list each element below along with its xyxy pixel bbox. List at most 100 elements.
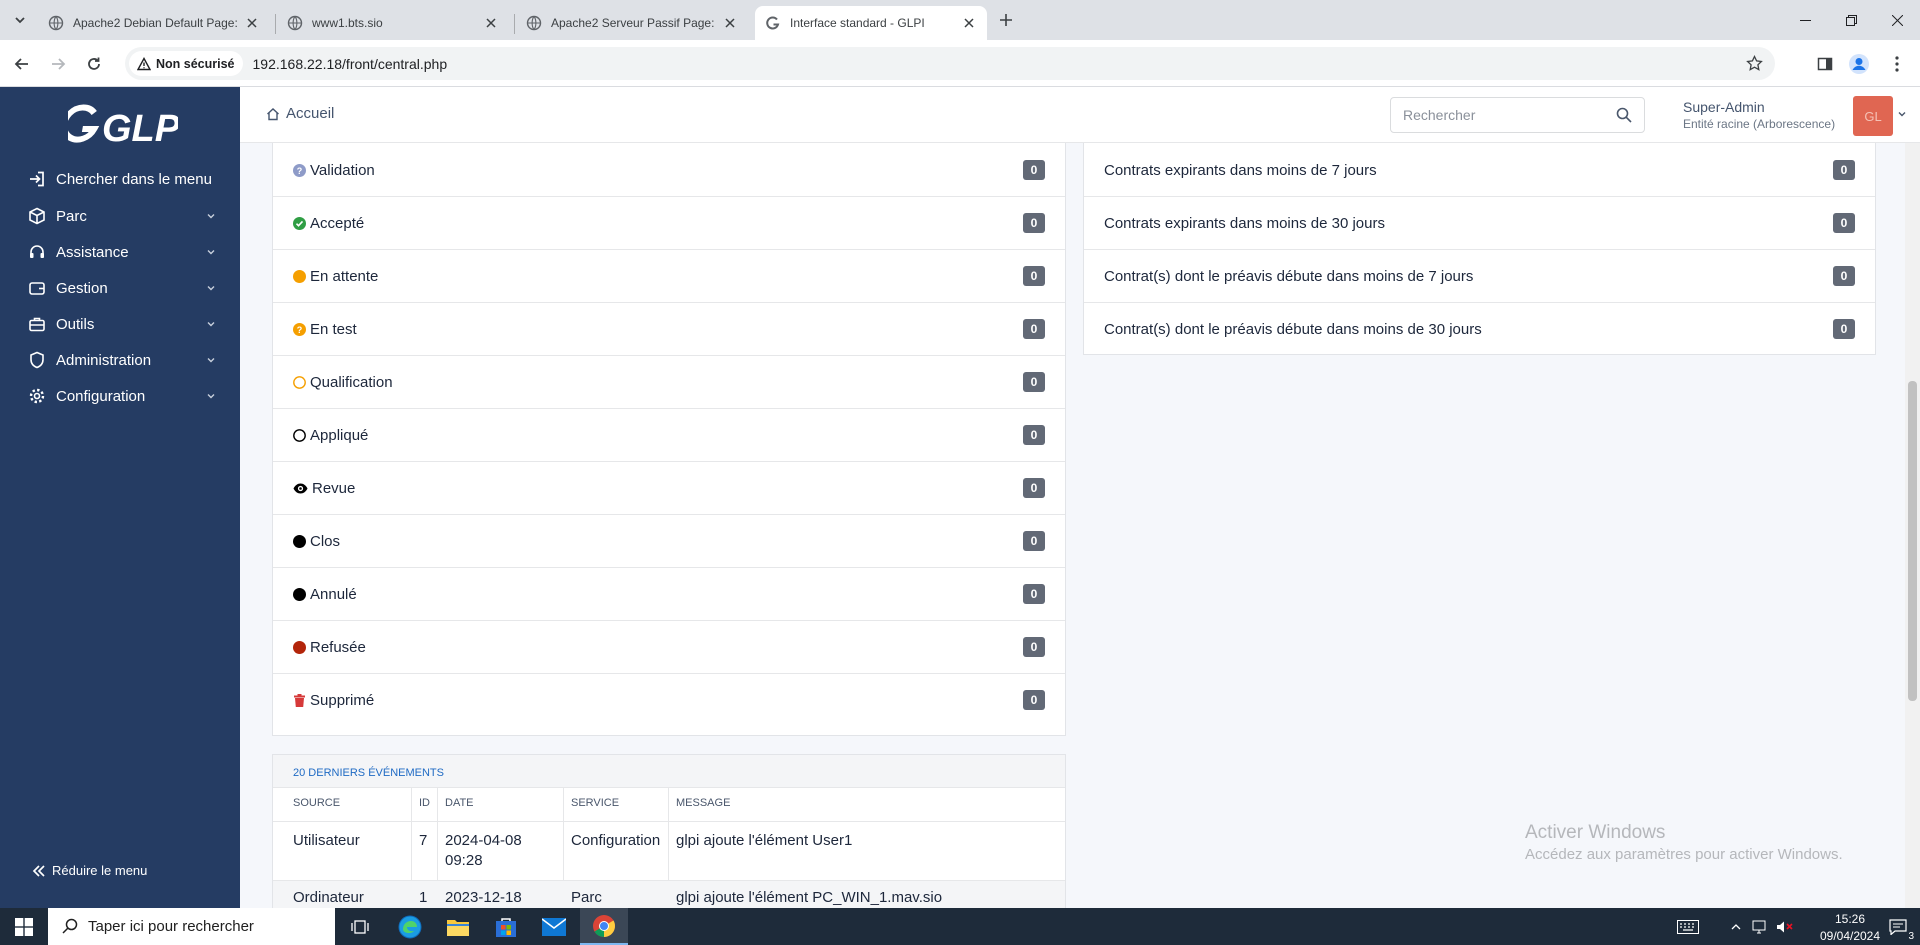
column-header-service[interactable]: SERVICE: [571, 797, 619, 809]
browser-tab-active[interactable]: Interface standard - GLPI: [755, 6, 987, 40]
sidebar-item-assistance[interactable]: Assistance: [0, 234, 240, 270]
status-row-en-test[interactable]: ? En test 0: [273, 303, 1065, 356]
minimize-button[interactable]: [1782, 0, 1828, 40]
bookmark-star-icon[interactable]: [1746, 55, 1763, 72]
tray-overflow-button[interactable]: [1724, 908, 1748, 945]
new-tab-button[interactable]: [994, 8, 1018, 32]
task-view-icon: [351, 919, 369, 934]
status-row-annule[interactable]: Annulé 0: [273, 568, 1065, 621]
warning-triangle-icon: [137, 56, 151, 70]
scrollbar-thumb[interactable]: [1908, 381, 1917, 701]
taskbar-app-edge[interactable]: [386, 908, 434, 945]
status-row-qualification[interactable]: Qualification 0: [273, 356, 1065, 409]
tab-title: Interface standard - GLPI: [790, 16, 925, 30]
status-label: Appliqué: [310, 426, 369, 444]
mail-icon: [542, 917, 566, 936]
sidebar-item-administration[interactable]: Administration: [0, 342, 240, 378]
circle-filled-icon: [293, 269, 306, 283]
reload-button[interactable]: [80, 50, 108, 78]
taskbar-app-explorer[interactable]: [434, 908, 482, 945]
search-icon[interactable]: [1616, 107, 1632, 123]
forward-button[interactable]: [44, 50, 72, 78]
taskbar-search-input[interactable]: Taper ici pour rechercher: [48, 908, 335, 945]
contract-row[interactable]: Contrats expirants dans moins de 7 jours…: [1084, 144, 1875, 197]
avatar[interactable]: GL: [1853, 96, 1893, 136]
status-row-revue[interactable]: Revue 0: [273, 462, 1065, 515]
sidebar-item-configuration[interactable]: Configuration: [0, 378, 240, 414]
restore-button[interactable]: [1828, 0, 1874, 40]
column-header-message[interactable]: MESSAGE: [676, 797, 730, 809]
contract-row[interactable]: Contrat(s) dont le préavis débute dans m…: [1084, 303, 1875, 356]
cell-service: Configuration: [571, 832, 661, 849]
header-divider: [273, 821, 1065, 822]
status-row-applique[interactable]: Appliqué 0: [273, 409, 1065, 462]
keyboard-layout-button[interactable]: [1668, 908, 1708, 945]
contract-row[interactable]: Contrats expirants dans moins de 30 jour…: [1084, 197, 1875, 250]
close-icon[interactable]: [244, 15, 260, 31]
headset-icon: [30, 245, 44, 258]
taskbar-search-placeholder: Taper ici pour rechercher: [88, 918, 254, 935]
status-row-refusee[interactable]: Refusée 0: [273, 621, 1065, 674]
url-text[interactable]: 192.168.22.18/front/central.php: [253, 56, 448, 72]
chevron-down-icon: [207, 394, 215, 399]
count-badge: 0: [1023, 160, 1045, 180]
status-row-validation[interactable]: ? Validation 0: [273, 144, 1065, 197]
profile-button[interactable]: [1847, 52, 1871, 76]
activation-watermark-text: Accédez aux paramètres pour activer Wind…: [1525, 846, 1843, 863]
browser-tab-3[interactable]: Apache2 Serveur Passif Page: It: [516, 6, 748, 40]
sidebar-item-outils[interactable]: Outils: [0, 306, 240, 342]
taskbar-app-chrome[interactable]: [580, 908, 628, 945]
column-header-date[interactable]: DATE: [445, 797, 474, 809]
chevron-down-icon[interactable]: [1897, 109, 1907, 119]
start-button[interactable]: [0, 908, 48, 945]
browser-tab-1[interactable]: Apache2 Debian Default Page:: [38, 6, 270, 40]
close-window-button[interactable]: [1874, 0, 1920, 40]
column-header-source[interactable]: SOURCE: [293, 797, 340, 809]
status-row-supprime[interactable]: Supprimé 0: [273, 674, 1065, 727]
status-row-accepte[interactable]: Accepté 0: [273, 197, 1065, 250]
arrow-left-icon: [14, 58, 28, 70]
taskbar-app-store[interactable]: [482, 908, 530, 945]
close-icon[interactable]: [483, 15, 499, 31]
sidebar-item-parc[interactable]: Parc: [0, 198, 240, 234]
collapse-menu-button[interactable]: Réduire le menu: [32, 863, 147, 878]
network-status-button[interactable]: [1748, 908, 1772, 945]
notification-center-button[interactable]: 3: [1876, 908, 1920, 945]
column-header-id[interactable]: ID: [419, 797, 430, 809]
sidebar-item-label: Chercher dans le menu: [56, 170, 212, 188]
breadcrumb-home[interactable]: Accueil: [266, 105, 334, 122]
close-icon[interactable]: [722, 15, 738, 31]
glpi-logo[interactable]: GLPI: [68, 103, 178, 147]
tab-separator: [514, 14, 515, 34]
user-name[interactable]: Super-Admin: [1683, 99, 1765, 115]
events-title[interactable]: 20 DERNIERS ÉVÉNEMENTS: [273, 755, 1065, 788]
close-icon[interactable]: [961, 15, 977, 31]
contract-label: Contrat(s) dont le préavis débute dans m…: [1104, 267, 1474, 285]
browser-menu-button[interactable]: [1885, 52, 1909, 76]
taskbar-app-mail[interactable]: [530, 908, 578, 945]
contract-row[interactable]: Contrat(s) dont le préavis débute dans m…: [1084, 250, 1875, 303]
minimize-icon: [1799, 19, 1811, 21]
security-chip[interactable]: Non sécurisé: [129, 51, 243, 76]
volume-button[interactable]: [1772, 908, 1798, 945]
page-scrollbar[interactable]: [1905, 143, 1920, 908]
url-bar[interactable]: Non sécurisé 192.168.22.18/front/central…: [125, 47, 1775, 80]
back-button[interactable]: [8, 50, 36, 78]
side-panel-button[interactable]: [1813, 52, 1837, 76]
global-search-input[interactable]: Rechercher: [1390, 97, 1645, 133]
browser-tab-2[interactable]: www1.bts.sio: [277, 6, 509, 40]
sidebar-item-search-menu[interactable]: Chercher dans le menu: [0, 161, 240, 197]
cell-date: 2024-04-08: [445, 832, 522, 849]
tab-search-button[interactable]: [8, 8, 32, 32]
status-label: Refusée: [310, 638, 366, 656]
network-icon: [1752, 920, 1766, 933]
sidebar-item-gestion[interactable]: Gestion: [0, 270, 240, 306]
count-badge: 0: [1833, 213, 1855, 233]
status-label: Revue: [312, 479, 356, 497]
task-view-button[interactable]: [336, 908, 384, 945]
status-row-clos[interactable]: Clos 0: [273, 515, 1065, 568]
status-row-en-attente[interactable]: En attente 0: [273, 250, 1065, 303]
kebab-menu-icon: [1895, 56, 1899, 72]
box-icon: [29, 207, 45, 225]
user-entity[interactable]: Entité racine (Arborescence): [1683, 117, 1835, 131]
